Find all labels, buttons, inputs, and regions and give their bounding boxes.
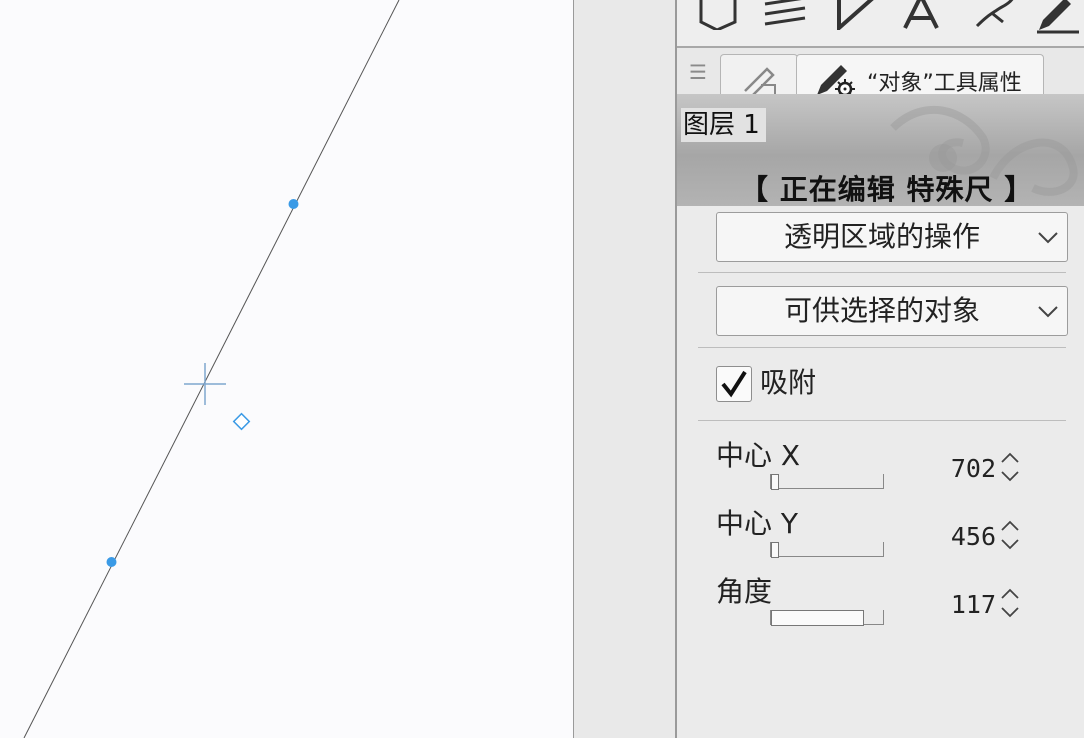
pen-settings-icon — [744, 67, 776, 98]
checkmark-icon — [721, 370, 747, 398]
divider — [698, 347, 1066, 348]
rotate-handle-icon[interactable] — [232, 412, 251, 431]
menu-icon[interactable]: ☰ — [689, 60, 707, 84]
canvas-gutter — [574, 0, 675, 738]
pen-icon[interactable] — [833, 0, 877, 30]
chevron-down-icon — [1038, 232, 1058, 244]
editing-status: 【 正在编辑 特殊尺 】 — [740, 173, 1034, 206]
transparent-area-dropdown[interactable]: 透明区域的操作 — [716, 212, 1068, 262]
ruler-handle-bottom[interactable] — [106, 557, 117, 567]
special-ruler-overlay[interactable] — [0, 0, 573, 738]
layer-name: 图层 1 — [681, 108, 766, 142]
divider — [698, 420, 1066, 421]
center-x-value[interactable]: 702 — [926, 454, 996, 483]
center-x-slider[interactable] — [770, 474, 884, 490]
fill-icon[interactable] — [1035, 0, 1081, 34]
drawing-canvas[interactable] — [0, 0, 573, 738]
shape-icon[interactable] — [697, 0, 741, 30]
spinner-icon[interactable] — [999, 450, 1021, 484]
properties-tab-label: “对象”工具属性 — [867, 71, 1022, 96]
slider-fill — [771, 610, 864, 626]
center-y-label: 中心 Y — [716, 507, 799, 540]
spinner-icon[interactable] — [999, 586, 1021, 620]
text-tool-icon[interactable] — [901, 0, 945, 30]
tab-tool-settings[interactable] — [720, 54, 798, 98]
snap-label: 吸附 — [760, 366, 817, 399]
center-y-slider[interactable] — [770, 542, 884, 558]
text-lines-icon[interactable] — [761, 0, 811, 30]
dropdown-value: 可供选择的对象 — [783, 294, 980, 327]
slider-fill — [771, 474, 779, 490]
angle-value[interactable]: 117 — [926, 590, 996, 619]
ruler-line[interactable] — [23, 0, 400, 738]
pen-gear-icon — [817, 65, 855, 97]
brush-icon[interactable] — [973, 0, 1017, 30]
spinner-icon[interactable] — [999, 518, 1021, 552]
chevron-down-icon — [1038, 306, 1058, 318]
slider-fill — [771, 542, 779, 558]
crosshair-icon — [184, 363, 226, 405]
snap-checkbox[interactable] — [716, 366, 752, 402]
tool-toolbar — [677, 0, 1084, 48]
divider — [698, 272, 1066, 273]
center-x-label: 中心 X — [716, 439, 801, 472]
ruler-handle-top[interactable] — [288, 199, 299, 209]
angle-slider[interactable] — [770, 610, 884, 626]
dropdown-value: 透明区域的操作 — [783, 220, 980, 253]
angle-label: 角度 — [716, 575, 773, 608]
tab-object-tool-properties[interactable]: “对象”工具属性 — [796, 54, 1044, 97]
center-y-value[interactable]: 456 — [926, 522, 996, 551]
selectable-objects-dropdown[interactable]: 可供选择的对象 — [716, 286, 1068, 336]
